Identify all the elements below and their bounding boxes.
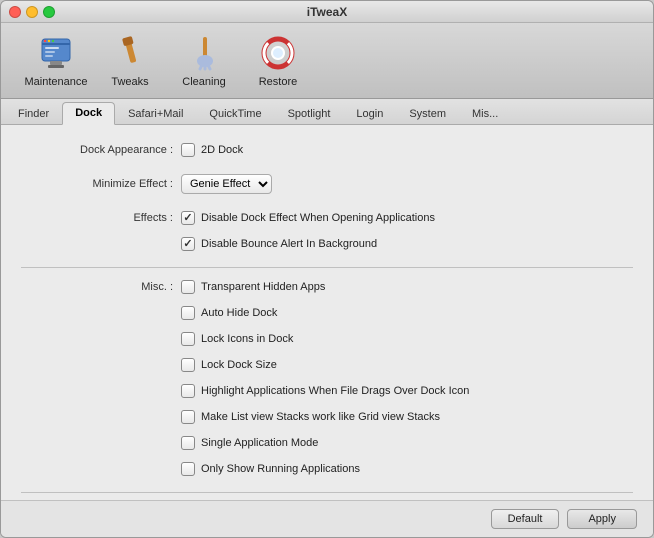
list-stacks-checkbox[interactable]	[181, 410, 195, 424]
tab-safari-mail[interactable]: Safari+Mail	[115, 103, 196, 125]
dock-appearance-row: Dock Appearance : 2D Dock	[21, 139, 633, 161]
disable-bounce-label: Disable Bounce Alert In Background	[201, 238, 377, 250]
misc-row-2: Lock Icons in Dock	[21, 328, 633, 350]
misc-control-6: Single Application Mode	[181, 436, 633, 450]
titlebar: iTweaX	[1, 1, 653, 23]
misc-control-1: Auto Hide Dock	[181, 306, 633, 320]
divider-2	[21, 492, 633, 493]
minimize-effect-label: Minimize Effect :	[21, 178, 181, 190]
misc-row-4: Highlight Applications When File Drags O…	[21, 380, 633, 402]
show-running-label: Only Show Running Applications	[201, 463, 360, 475]
minimize-button[interactable]	[26, 6, 38, 18]
effects-control-1: Disable Dock Effect When Opening Applica…	[181, 211, 633, 225]
tab-login[interactable]: Login	[343, 103, 396, 125]
close-button[interactable]	[9, 6, 21, 18]
effects-control-2: Disable Bounce Alert In Background	[181, 237, 633, 251]
transparent-hidden-checkbox[interactable]	[181, 280, 195, 294]
single-app-label: Single Application Mode	[201, 437, 318, 449]
default-button[interactable]: Default	[491, 509, 560, 529]
toolbar-item-maintenance[interactable]: Maintenance	[21, 29, 91, 93]
lock-icons-label: Lock Icons in Dock	[201, 333, 293, 345]
minimize-effect-section: Minimize Effect : Genie Effect Scale Eff…	[21, 173, 633, 195]
toolbar: Maintenance Tweaks	[1, 23, 653, 99]
minimize-effect-select[interactable]: Genie Effect Scale Effect Suck Effect	[181, 174, 272, 194]
window-title: iTweaX	[307, 5, 347, 19]
misc-control-2: Lock Icons in Dock	[181, 332, 633, 346]
dock-appearance-section: Dock Appearance : 2D Dock	[21, 139, 633, 161]
lock-icons-checkbox[interactable]	[181, 332, 195, 346]
minimize-effect-control: Genie Effect Scale Effect Suck Effect	[181, 174, 633, 194]
list-stacks-label: Make List view Stacks work like Grid vie…	[201, 411, 440, 423]
maintenance-icon	[37, 34, 75, 72]
tab-system[interactable]: System	[396, 103, 459, 125]
highlight-apps-checkbox[interactable]	[181, 384, 195, 398]
misc-section: Misc. : Transparent Hidden Apps Auto Hid…	[21, 276, 633, 480]
tab-finder[interactable]: Finder	[5, 103, 62, 125]
dock-appearance-checkbox-label: 2D Dock	[201, 144, 243, 156]
disable-dock-effect-checkbox[interactable]	[181, 211, 195, 225]
misc-control-7: Only Show Running Applications	[181, 462, 633, 476]
effects-section: Effects : Disable Dock Effect When Openi…	[21, 207, 633, 255]
tweaks-icon	[111, 34, 149, 72]
cleaning-label: Cleaning	[182, 76, 225, 88]
toolbar-item-restore[interactable]: Restore	[243, 29, 313, 93]
misc-control-5: Make List view Stacks work like Grid vie…	[181, 410, 633, 424]
misc-row-6: Single Application Mode	[21, 432, 633, 454]
effects-row-2: Disable Bounce Alert In Background	[21, 233, 633, 255]
misc-row-5: Make List view Stacks work like Grid vie…	[21, 406, 633, 428]
restore-icon	[259, 34, 297, 72]
disable-bounce-checkbox[interactable]	[181, 237, 195, 251]
footer: Default Apply	[1, 500, 653, 537]
effects-label: Effects :	[21, 212, 181, 224]
dock-appearance-checkbox[interactable]	[181, 143, 195, 157]
single-app-checkbox[interactable]	[181, 436, 195, 450]
apply-button[interactable]: Apply	[567, 509, 637, 529]
lock-size-label: Lock Dock Size	[201, 359, 277, 371]
auto-hide-checkbox[interactable]	[181, 306, 195, 320]
misc-label: Misc. :	[21, 281, 181, 293]
misc-control-3: Lock Dock Size	[181, 358, 633, 372]
misc-control-0: Transparent Hidden Apps	[181, 280, 633, 294]
misc-row-0: Misc. : Transparent Hidden Apps	[21, 276, 633, 298]
auto-hide-label: Auto Hide Dock	[201, 307, 277, 319]
restore-label: Restore	[259, 76, 298, 88]
toolbar-item-cleaning[interactable]: Cleaning	[169, 29, 239, 93]
tab-spotlight[interactable]: Spotlight	[275, 103, 344, 125]
divider-1	[21, 267, 633, 268]
misc-row-7: Only Show Running Applications	[21, 458, 633, 480]
maintenance-label: Maintenance	[25, 76, 88, 88]
traffic-lights	[9, 6, 55, 18]
misc-control-4: Highlight Applications When File Drags O…	[181, 384, 633, 398]
tab-quicktime[interactable]: QuickTime	[196, 103, 274, 125]
misc-row-1: Auto Hide Dock	[21, 302, 633, 324]
dock-appearance-control: 2D Dock	[181, 143, 633, 157]
cleaning-icon	[185, 34, 223, 72]
show-running-checkbox[interactable]	[181, 462, 195, 476]
minimize-effect-row: Minimize Effect : Genie Effect Scale Eff…	[21, 173, 633, 195]
misc-row-3: Lock Dock Size	[21, 354, 633, 376]
tweaks-label: Tweaks	[111, 76, 148, 88]
toolbar-item-tweaks[interactable]: Tweaks	[95, 29, 165, 93]
disable-dock-effect-label: Disable Dock Effect When Opening Applica…	[201, 212, 435, 224]
effects-row-1: Effects : Disable Dock Effect When Openi…	[21, 207, 633, 229]
app-window: iTweaX Maintenance	[0, 0, 654, 538]
dock-appearance-label: Dock Appearance :	[21, 144, 181, 156]
highlight-apps-label: Highlight Applications When File Drags O…	[201, 385, 469, 397]
lock-size-checkbox[interactable]	[181, 358, 195, 372]
tab-misc[interactable]: Mis...	[459, 103, 511, 125]
maximize-button[interactable]	[43, 6, 55, 18]
tab-dock[interactable]: Dock	[62, 102, 115, 125]
tabs-bar: Finder Dock Safari+Mail QuickTime Spotli…	[1, 99, 653, 125]
transparent-hidden-label: Transparent Hidden Apps	[201, 281, 325, 293]
content-area: Dock Appearance : 2D Dock Minimize Effec…	[1, 125, 653, 500]
